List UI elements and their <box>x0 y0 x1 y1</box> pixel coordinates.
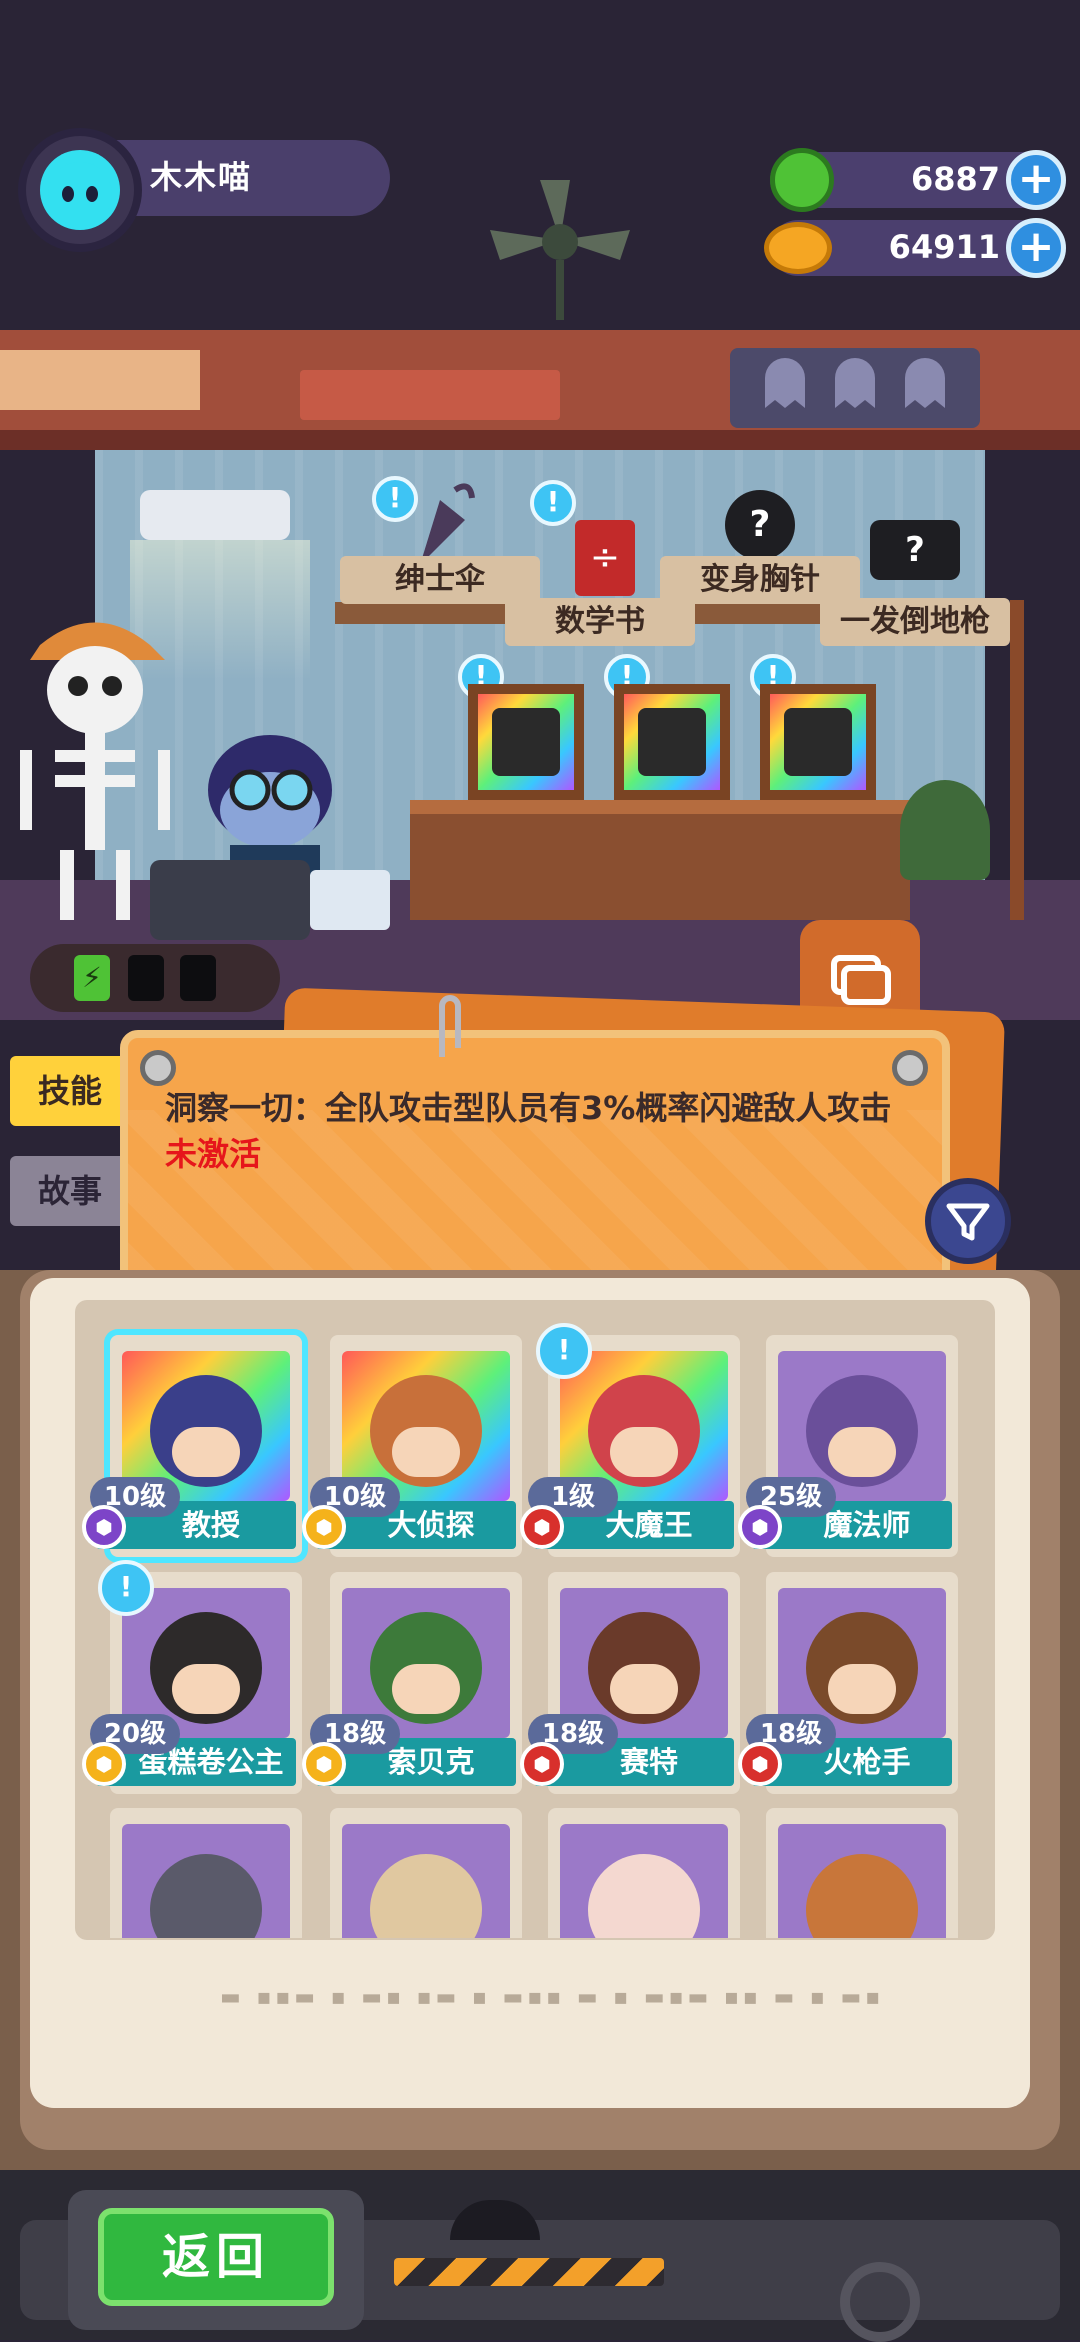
character-card[interactable] <box>766 1808 958 1938</box>
alert-bubble-icon[interactable]: ! <box>530 480 576 526</box>
page-decoration: ▬ ▪▪▬ ▪ ▬▪ ▪▬ ▪ ▬▪▪ ▬ ▪ ▬▪▬ ▪▪ ▬ ▪ ▬▪ <box>220 1985 885 2010</box>
pin-icon <box>892 1050 928 1086</box>
battery-empty-icon <box>180 955 216 1001</box>
battery-charged-icon: ⚡ <box>74 955 110 1001</box>
class-badge-icon: ⬢ <box>82 1742 126 1786</box>
character-card[interactable]: 教授 10级 ⬢ <box>82 1335 302 1557</box>
character-face <box>610 1664 678 1714</box>
shelf-box <box>300 370 560 420</box>
trophy-frame[interactable] <box>760 684 876 800</box>
coin-count: 64911 <box>888 228 1000 266</box>
character-face <box>392 1427 460 1477</box>
character-face <box>172 1427 240 1477</box>
pin-icon <box>140 1050 176 1086</box>
professor-character[interactable] <box>150 720 400 940</box>
math-book-icon[interactable]: ÷ <box>575 520 635 596</box>
class-badge-icon: ⬢ <box>520 1505 564 1549</box>
unknown-item-icon[interactable]: ? <box>725 490 795 560</box>
ghost-icons <box>765 358 945 408</box>
character-card[interactable] <box>548 1808 740 1938</box>
add-gems-button[interactable]: + <box>1006 150 1066 210</box>
cat-face-icon <box>48 154 112 226</box>
character-card[interactable]: 火枪手 18级 ⬢ <box>738 1572 958 1794</box>
gem-count: 6887 <box>910 160 1000 198</box>
character-card[interactable]: 大魔王 1级 ⬢! <box>520 1323 740 1557</box>
unknown-gun-icon[interactable]: ? <box>870 520 960 580</box>
projector <box>140 490 290 540</box>
battery-empty-icon <box>128 955 164 1001</box>
potted-plant <box>900 780 990 880</box>
character-face <box>172 1664 240 1714</box>
gear-decoration <box>840 2262 920 2342</box>
character-head <box>588 1375 700 1487</box>
class-badge-icon: ⬢ <box>82 1505 126 1549</box>
character-card[interactable]: 索贝克 18级 ⬢ <box>302 1572 522 1794</box>
character-head <box>150 1612 262 1724</box>
class-badge-icon: ⬢ <box>302 1505 346 1549</box>
character-card[interactable]: 蛋糕卷公主 20级 ⬢! <box>82 1560 302 1794</box>
tab-skills[interactable]: 技能 <box>10 1056 130 1126</box>
character-portrait <box>122 1824 290 1938</box>
filter-icon <box>946 1203 990 1241</box>
character-card[interactable]: 赛特 18级 ⬢ <box>520 1572 740 1794</box>
hazard-stripe <box>394 2258 664 2286</box>
character-card[interactable] <box>330 1808 522 1938</box>
character-head <box>588 1854 700 1938</box>
alert-bubble-icon[interactable]: ! <box>98 1560 154 1616</box>
character-head <box>370 1612 482 1724</box>
desk <box>410 800 910 920</box>
skill-description: 洞察一切：全队攻击型队员有3%概率闪避敌人攻击 未激活 <box>165 1085 925 1177</box>
character-head <box>806 1612 918 1724</box>
back-button[interactable]: 返回 <box>98 2208 334 2306</box>
class-badge-icon: ⬢ <box>738 1505 782 1549</box>
shelf-item-brooch-label[interactable]: 变身胸针 <box>660 556 860 604</box>
add-coins-button[interactable]: + <box>1006 218 1066 278</box>
class-badge-icon: ⬢ <box>302 1742 346 1786</box>
character-card[interactable]: 魔法师 25级 ⬢ <box>738 1335 958 1557</box>
skill-text: 洞察一切：全队攻击型队员有3%概率闪避敌人攻击 <box>165 1089 892 1127</box>
character-head <box>370 1854 482 1938</box>
trophy-frame[interactable] <box>468 684 584 800</box>
filter-button[interactable] <box>925 1178 1011 1264</box>
ceiling-fan-icon <box>490 180 630 320</box>
character-face <box>610 1427 678 1477</box>
character-head <box>150 1375 262 1487</box>
character-portrait <box>342 1824 510 1938</box>
class-badge-icon: ⬢ <box>520 1742 564 1786</box>
tab-story[interactable]: 故事 <box>10 1156 130 1226</box>
shelf-item-gun-label[interactable]: 一发倒地枪 <box>820 598 1010 646</box>
character-head <box>150 1854 262 1938</box>
character-face <box>392 1664 460 1714</box>
character-card[interactable]: 大侦探 10级 ⬢ <box>302 1335 522 1557</box>
alert-bubble-icon[interactable]: ! <box>536 1323 592 1379</box>
coat-rack <box>1010 600 1024 920</box>
character-head <box>806 1375 918 1487</box>
character-portrait <box>778 1824 946 1938</box>
ghost-poster <box>730 348 980 428</box>
skill-status: 未激活 <box>165 1135 262 1173</box>
class-badge-icon: ⬢ <box>738 1742 782 1786</box>
shelf-item-math-book-label[interactable]: 数学书 <box>505 598 695 646</box>
character-head <box>588 1612 700 1724</box>
shelf-item-umbrella-label[interactable]: 绅士伞 <box>340 556 540 604</box>
shelf-vent <box>0 350 200 410</box>
wall-trim <box>0 430 1080 450</box>
character-head <box>806 1854 918 1938</box>
character-head <box>370 1375 482 1487</box>
character-face <box>828 1427 896 1477</box>
paperclip-icon <box>439 995 461 1057</box>
avatar[interactable] <box>40 150 120 230</box>
character-card[interactable] <box>110 1808 302 1938</box>
character-face <box>828 1664 896 1714</box>
character-portrait <box>560 1824 728 1938</box>
trophy-frame[interactable] <box>614 684 730 800</box>
player-name: 木木喵 <box>150 158 253 196</box>
